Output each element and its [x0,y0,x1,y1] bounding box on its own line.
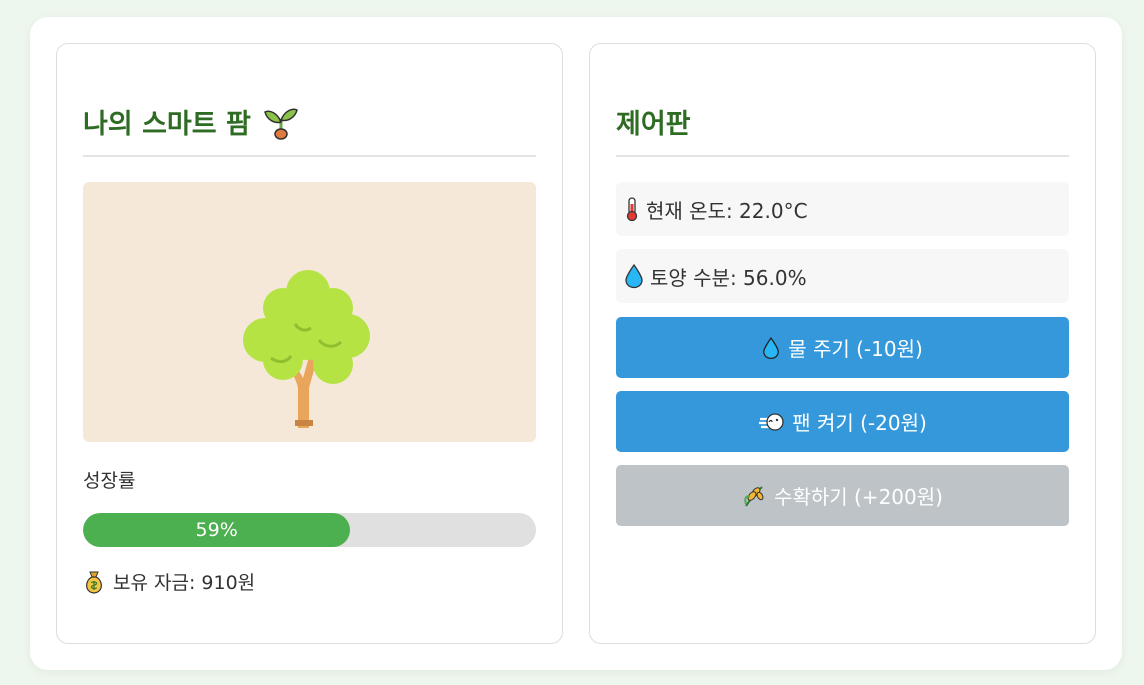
growth-progress-bar: 59% [83,513,536,547]
fan-button-label: 팬 켜기 (-20원) [792,411,927,435]
water-button-label: 물 주기 (-10원) [788,337,923,361]
fan-button[interactable]: 팬 켜기 (-20원) [616,391,1069,452]
moisture-text: 토양 수분: 56.0% [650,265,807,290]
harvest-button[interactable]: 수확하기 (+200원) [616,465,1069,526]
droplet-icon [624,263,644,289]
thermometer-icon [624,196,640,222]
tree-icon [243,270,373,434]
farm-title-text: 나의 스마트 팜 [83,109,251,140]
droplet-icon [762,336,780,360]
growth-progress-fill: 59% [83,513,351,547]
farm-card: 나의 스마트 팜 성장률 59% 보유 자금: 910원 [56,43,563,644]
seedling-icon [263,104,299,140]
farm-title: 나의 스마트 팜 [83,102,299,141]
money-text: 보유 자금: 910원 [113,572,256,594]
control-panel-card: 제어판 현재 온도: 22.0°C 토양 수분: 56.0% 물 주기 (-10… [589,43,1096,644]
control-title: 제어판 [616,102,691,141]
temperature-text: 현재 온도: 22.0°C [646,198,808,223]
harvest-button-label: 수확하기 (+200원) [774,485,943,509]
farm-divider [83,155,536,157]
control-title-text: 제어판 [616,109,691,140]
growth-label: 성장률 [83,470,136,492]
water-button[interactable]: 물 주기 (-10원) [616,317,1069,378]
plant-display [83,182,536,442]
growth-progress-text: 59% [195,519,238,541]
rice-ear-icon [742,484,766,508]
wind-face-icon [758,412,784,432]
control-divider [616,155,1069,157]
money-bag-icon [83,570,105,594]
temperature-display: 현재 온도: 22.0°C [616,182,1069,236]
app-container: 나의 스마트 팜 성장률 59% 보유 자금: 910원 제어판 현재 온도: … [30,17,1122,670]
moisture-display: 토양 수분: 56.0% [616,249,1069,303]
money-display: 보유 자금: 910원 [83,568,255,595]
